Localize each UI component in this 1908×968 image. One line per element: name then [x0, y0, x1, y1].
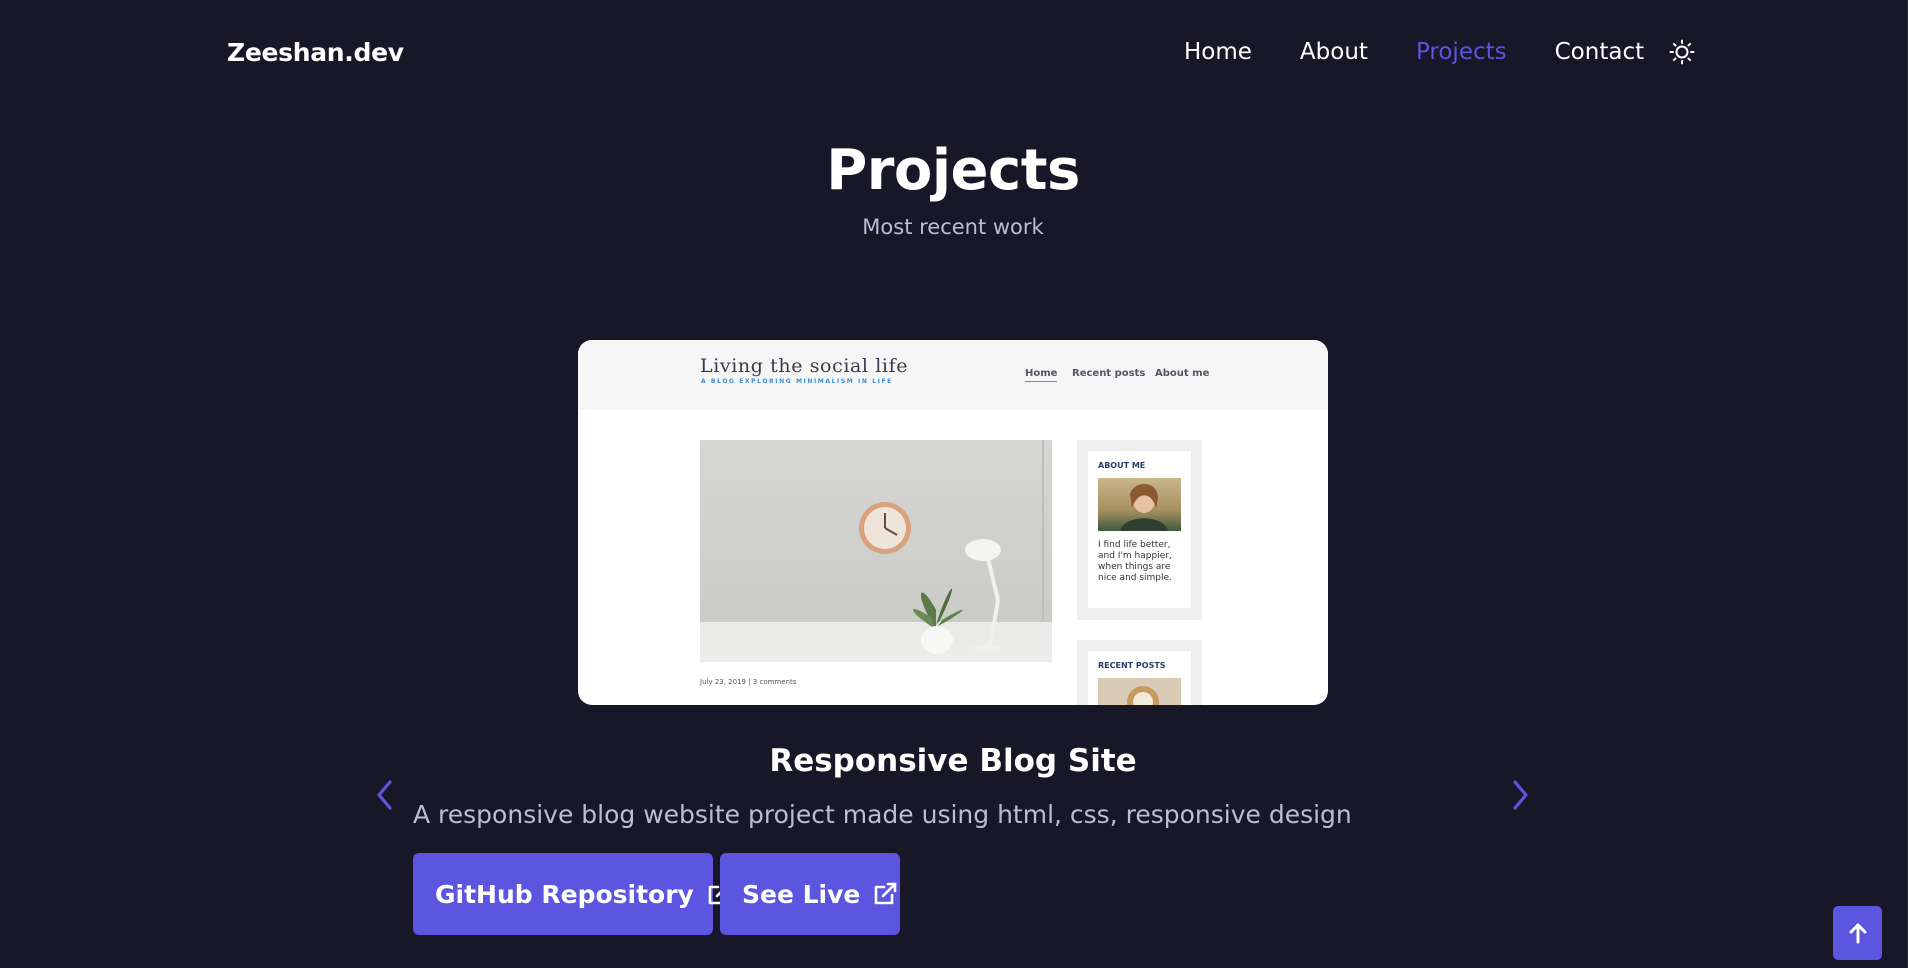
- preview-post-meta: July 23, 2019 | 3 comments: [700, 678, 797, 686]
- preview-about-heading: ABOUT ME: [1098, 461, 1146, 470]
- theme-toggle-button[interactable]: [1668, 38, 1696, 66]
- github-repository-button[interactable]: GitHub Repository: [413, 853, 731, 935]
- portfolio-page: Zeeshan.dev Home About Projects Contact: [0, 0, 1908, 968]
- scroll-to-top-button[interactable]: [1833, 906, 1882, 960]
- see-live-button[interactable]: See Live: [720, 853, 900, 935]
- preview-sidebar-recent: RECENT POSTS: [1077, 640, 1202, 705]
- preview-site-header: Living the social life A BLOG EXPLORING …: [578, 340, 1328, 410]
- see-live-label: See Live: [742, 879, 861, 909]
- external-link-icon: [872, 881, 898, 907]
- preview-sidebar-about: ABOUT ME I find life better, and I'm hap…: [1077, 440, 1202, 620]
- preview-nav-home: Home: [1025, 368, 1058, 382]
- github-repository-label: GitHub Repository: [435, 879, 694, 909]
- nav-link-home[interactable]: Home: [1184, 39, 1252, 65]
- carousel-next-button[interactable]: [1503, 778, 1537, 812]
- project-description: A responsive blog website project made u…: [413, 800, 1352, 829]
- section-title: Projects: [826, 138, 1080, 203]
- preview-site-title: Living the social life: [700, 355, 909, 377]
- nav-link-about[interactable]: About: [1300, 39, 1368, 65]
- preview-post-photo: [700, 440, 1052, 662]
- preview-about-text: I find life better, and I'm happier, whe…: [1098, 540, 1172, 583]
- chevron-right-icon: [1513, 780, 1528, 810]
- preview-site-tagline: A BLOG EXPLORING MINIMALISM IN LIFE: [701, 378, 893, 385]
- preview-recent-heading: RECENT POSTS: [1098, 661, 1166, 670]
- nav-link-contact[interactable]: Contact: [1555, 39, 1644, 65]
- preview-nav-recent-posts: Recent posts: [1072, 368, 1146, 379]
- section-subtitle: Most recent work: [862, 215, 1044, 239]
- preview-about-photo: [1098, 478, 1181, 531]
- arrow-up-icon: [1849, 923, 1866, 944]
- chevron-left-icon: [377, 780, 392, 810]
- main-nav: Home About Projects Contact: [1184, 38, 1696, 66]
- nav-link-projects[interactable]: Projects: [1416, 39, 1507, 65]
- project-preview-image: Living the social life A BLOG EXPLORING …: [578, 340, 1328, 705]
- preview-nav-about-me: About me: [1155, 368, 1210, 379]
- carousel-prev-button[interactable]: [368, 778, 402, 812]
- brand-logo[interactable]: Zeeshan.dev: [227, 38, 404, 67]
- preview-recent-thumbnail: [1098, 678, 1181, 705]
- sun-icon: [1669, 39, 1695, 65]
- project-title: Responsive Blog Site: [769, 743, 1137, 779]
